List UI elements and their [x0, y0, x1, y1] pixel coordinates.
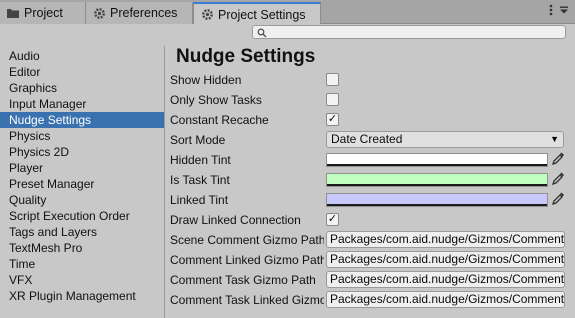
more-options-icon[interactable] [549, 4, 553, 19]
constant-recache-label: Constant Recache [170, 113, 269, 127]
tab-bar: Project Preferences Project Settings [0, 0, 575, 25]
comment-task-linked-gizmo-path-field[interactable]: Packages/com.aid.nudge/Gizmos/Comment [326, 291, 565, 308]
sort-mode-value: Date Created [331, 132, 403, 146]
page-title: Nudge Settings [176, 46, 316, 67]
sidebar-item-graphics[interactable]: Graphics [0, 80, 164, 96]
linked-tint-label: Linked Tint [170, 193, 229, 207]
sidebar-item-time[interactable]: Time [0, 256, 164, 272]
eyedropper-icon[interactable] [551, 152, 565, 166]
tab-preferences[interactable]: Preferences [86, 2, 193, 24]
check-icon: ✓ [327, 113, 338, 125]
sidebar-item-xr-plugin-management[interactable]: XR Plugin Management [0, 288, 164, 304]
window-menu [549, 4, 569, 19]
sidebar-item-editor[interactable]: Editor [0, 64, 164, 80]
draw-linked-connection-label: Draw Linked Connection [170, 213, 301, 227]
is-task-tint-row: Is Task Tint [166, 170, 575, 190]
sort-mode-row: Sort Mode Date Created ▼ [166, 130, 575, 150]
draw-linked-connection-checkbox[interactable]: ✓ [326, 213, 339, 226]
gear-icon [92, 6, 106, 20]
eyedropper-icon[interactable] [551, 172, 565, 186]
linked-tint-row: Linked Tint [166, 190, 575, 210]
comment-linked-gizmo-path-label: Comment Linked Gizmo Path [170, 253, 324, 267]
show-hidden-label: Show Hidden [170, 73, 242, 87]
search-row [0, 24, 575, 44]
settings-sidebar: Audio Editor Graphics Input Manager Nudg… [0, 46, 165, 318]
sidebar-item-player[interactable]: Player [0, 160, 164, 176]
sidebar-item-preset-manager[interactable]: Preset Manager [0, 176, 164, 192]
sidebar-item-physics[interactable]: Physics [0, 128, 164, 144]
comment-task-linked-gizmo-path-row: Comment Task Linked Gizmo Path Packages/… [166, 290, 575, 310]
eyedropper-icon[interactable] [551, 192, 565, 206]
sidebar-item-physics-2d[interactable]: Physics 2D [0, 144, 164, 160]
sidebar-item-input-manager[interactable]: Input Manager [0, 96, 164, 112]
window-options-icon[interactable] [559, 5, 569, 19]
scene-comment-gizmo-path-row: Scene Comment Gizmo Path Packages/com.ai… [166, 230, 575, 250]
hidden-tint-row: Hidden Tint [166, 150, 575, 170]
gear-icon [200, 8, 214, 22]
sort-mode-dropdown[interactable]: Date Created ▼ [326, 131, 564, 148]
constant-recache-row: Constant Recache ✓ [166, 110, 575, 130]
linked-tint-swatch[interactable] [326, 193, 548, 207]
chevron-down-icon: ▼ [550, 134, 559, 144]
sidebar-item-audio[interactable]: Audio [0, 48, 164, 64]
only-show-tasks-row: Only Show Tasks [166, 90, 575, 110]
comment-task-gizmo-path-row: Comment Task Gizmo Path Packages/com.aid… [166, 270, 575, 290]
show-hidden-row: Show Hidden [166, 70, 575, 90]
sidebar-item-vfx[interactable]: VFX [0, 272, 164, 288]
check-icon: ✓ [327, 213, 338, 225]
hidden-tint-swatch[interactable] [326, 153, 548, 167]
scene-comment-gizmo-path-label: Scene Comment Gizmo Path [170, 233, 324, 247]
comment-linked-gizmo-path-row: Comment Linked Gizmo Path Packages/com.a… [166, 250, 575, 270]
tab-label: Project Settings [218, 7, 306, 22]
tab-label: Preferences [110, 6, 178, 20]
comment-task-linked-gizmo-path-label: Comment Task Linked Gizmo Path [170, 293, 324, 307]
only-show-tasks-checkbox[interactable] [326, 93, 339, 106]
show-hidden-checkbox[interactable] [326, 73, 339, 86]
sidebar-item-tags-and-layers[interactable]: Tags and Layers [0, 224, 164, 240]
comment-task-gizmo-path-field[interactable]: Packages/com.aid.nudge/Gizmos/Comment [326, 271, 565, 288]
search-icon [257, 27, 267, 41]
hidden-tint-label: Hidden Tint [170, 153, 231, 167]
folder-icon [6, 6, 20, 20]
tab-label: Project [24, 6, 63, 20]
tab-project[interactable]: Project [0, 2, 86, 24]
only-show-tasks-label: Only Show Tasks [170, 93, 262, 107]
sidebar-item-quality[interactable]: Quality [0, 192, 164, 208]
comment-task-gizmo-path-label: Comment Task Gizmo Path [170, 273, 316, 287]
sidebar-item-script-execution-order[interactable]: Script Execution Order [0, 208, 164, 224]
sidebar-item-textmesh-pro[interactable]: TextMesh Pro [0, 240, 164, 256]
constant-recache-checkbox[interactable]: ✓ [326, 113, 339, 126]
comment-linked-gizmo-path-field[interactable]: Packages/com.aid.nudge/Gizmos/Comment [326, 251, 565, 268]
draw-linked-connection-row: Draw Linked Connection ✓ [166, 210, 575, 230]
is-task-tint-swatch[interactable] [326, 173, 548, 187]
sort-mode-label: Sort Mode [170, 133, 226, 147]
search-input[interactable] [252, 25, 566, 39]
tab-project-settings[interactable]: Project Settings [193, 2, 321, 25]
scene-comment-gizmo-path-field[interactable]: Packages/com.aid.nudge/Gizmos/Comment [326, 231, 565, 248]
is-task-tint-label: Is Task Tint [170, 173, 230, 187]
sidebar-item-nudge-settings[interactable]: Nudge Settings [0, 112, 164, 128]
settings-panel: Nudge Settings Show Hidden Only Show Tas… [166, 44, 575, 318]
